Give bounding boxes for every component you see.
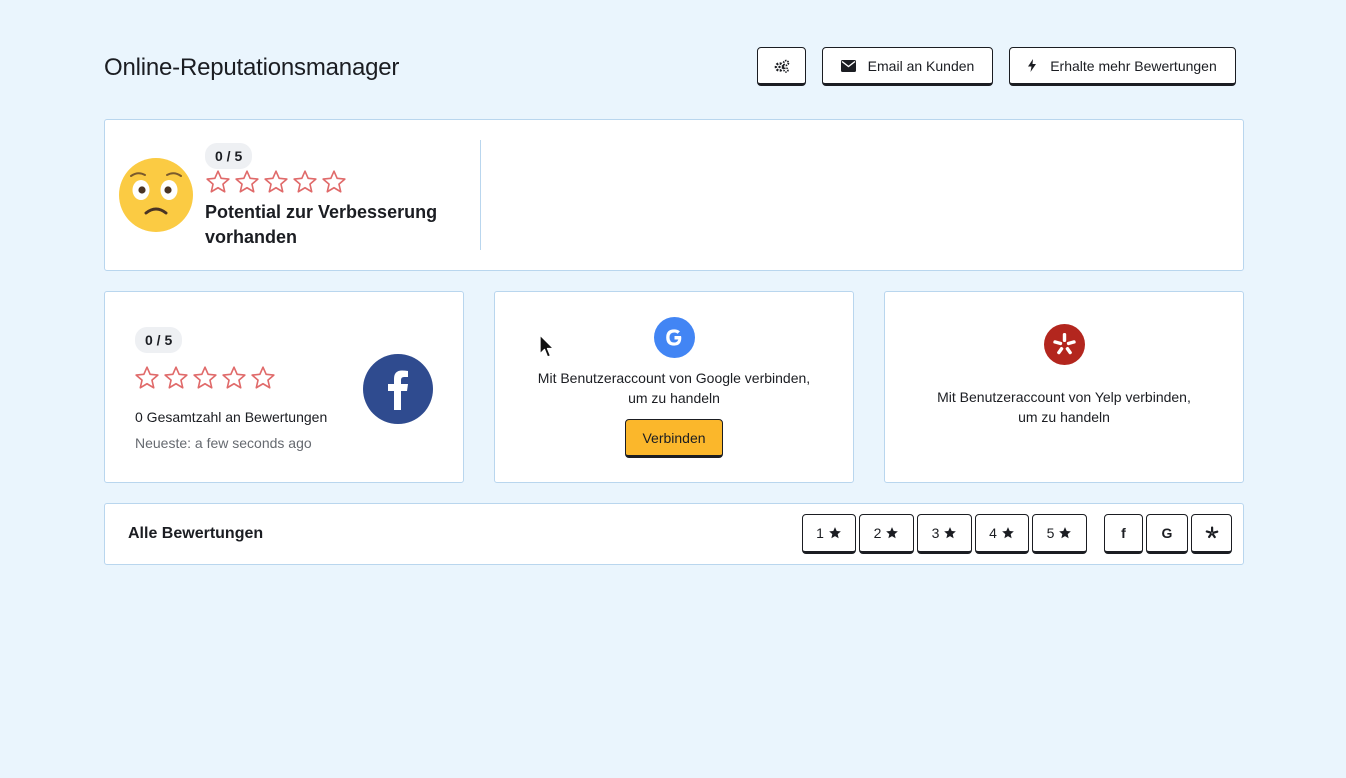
filter-facebook-button[interactable]: f	[1104, 514, 1143, 554]
yelp-connect-line2: um zu handeln	[1018, 409, 1110, 425]
filter-4-star-label: 4	[989, 525, 997, 541]
get-more-reviews-button[interactable]: Erhalte mehr Bewertungen	[1009, 47, 1236, 86]
mouse-cursor-icon	[539, 334, 556, 365]
star-outline-icon	[322, 170, 346, 193]
star-outline-icon	[222, 366, 246, 389]
star-outline-icon	[235, 170, 259, 193]
star-solid-icon	[885, 526, 899, 540]
star-outline-icon	[164, 366, 188, 389]
filter-5-star-button[interactable]: 5	[1032, 514, 1087, 554]
yelp-connect-line1: Mit Benutzeraccount von Yelp verbinden,	[937, 389, 1191, 405]
star-solid-icon	[1058, 526, 1072, 540]
summary-card: 0 / 5 Potential zur Verbesserung vorhand…	[104, 119, 1244, 271]
facebook-total-reviews: 0 Gesamtzahl an Bewertungen	[135, 409, 328, 425]
star-solid-icon	[1001, 526, 1015, 540]
email-customers-button[interactable]: Email an Kunden	[822, 47, 993, 86]
facebook-newest-review: Neueste: a few seconds ago	[135, 435, 312, 451]
google-g-icon: G	[1161, 525, 1173, 541]
google-card: Mit Benutzeraccount von Google verbinden…	[494, 291, 854, 483]
filter-2-star-button[interactable]: 2	[859, 514, 914, 554]
facebook-f-icon: f	[1121, 525, 1126, 541]
summary-rating-badge: 0 / 5	[205, 143, 253, 169]
yelp-connect-text: Mit Benutzeraccount von Yelp verbinden, …	[885, 387, 1243, 427]
google-connect-button[interactable]: Verbinden	[625, 419, 723, 458]
all-reviews-bar: Alle Bewertungen 1 2 3 4 5 f G	[104, 503, 1244, 565]
filter-4-star-button[interactable]: 4	[975, 514, 1029, 554]
filter-1-star-label: 1	[816, 525, 824, 541]
all-reviews-title: Alle Bewertungen	[128, 525, 264, 542]
filter-5-star-label: 5	[1046, 525, 1055, 541]
star-solid-icon	[943, 526, 957, 540]
star-outline-icon	[206, 170, 230, 193]
page-title: Online-Reputationsmanager	[104, 54, 400, 81]
summary-divider	[480, 140, 481, 250]
summary-message: Potential zur Verbesserung vorhanden	[205, 202, 438, 247]
facebook-rating-badge: 0 / 5	[135, 327, 183, 353]
envelope-icon	[840, 59, 856, 72]
email-customers-label: Email an Kunden	[867, 57, 975, 74]
get-more-reviews-label: Erhalte mehr Bewertungen	[1050, 57, 1217, 74]
settings-button[interactable]	[757, 47, 806, 86]
star-outline-icon	[251, 366, 275, 389]
worried-face-icon	[118, 157, 194, 238]
filter-1-star-button[interactable]: 1	[802, 514, 856, 554]
star-outline-icon	[264, 170, 288, 193]
google-logo-icon	[654, 317, 695, 363]
summary-star-rating	[205, 169, 347, 195]
gears-icon	[774, 59, 790, 73]
yelp-icon	[1205, 526, 1219, 540]
filter-google-button[interactable]: G	[1146, 514, 1188, 554]
star-solid-icon	[828, 526, 842, 540]
star-outline-icon	[193, 366, 217, 389]
star-outline-icon	[293, 170, 317, 193]
yelp-card: Mit Benutzeraccount von Yelp verbinden, …	[884, 291, 1244, 483]
filter-yelp-button[interactable]	[1191, 514, 1232, 554]
google-connect-line1: Mit Benutzeraccount von Google verbinden…	[537, 370, 811, 386]
filter-3-star-button[interactable]: 3	[917, 514, 972, 554]
facebook-logo-icon	[363, 354, 433, 429]
bolt-icon	[1028, 59, 1037, 72]
filter-3-star-label: 3	[931, 525, 940, 541]
facebook-star-rating	[134, 365, 276, 391]
google-connect-text: Mit Benutzeraccount von Google verbinden…	[495, 368, 853, 408]
star-outline-icon	[135, 366, 159, 389]
yelp-logo-icon	[1044, 324, 1085, 370]
facebook-card: 0 / 5 0 Gesamtzahl an Bewertungen Neuest…	[104, 291, 464, 483]
filter-2-star-label: 2	[873, 525, 882, 541]
google-connect-line2: um zu handeln	[628, 390, 720, 406]
